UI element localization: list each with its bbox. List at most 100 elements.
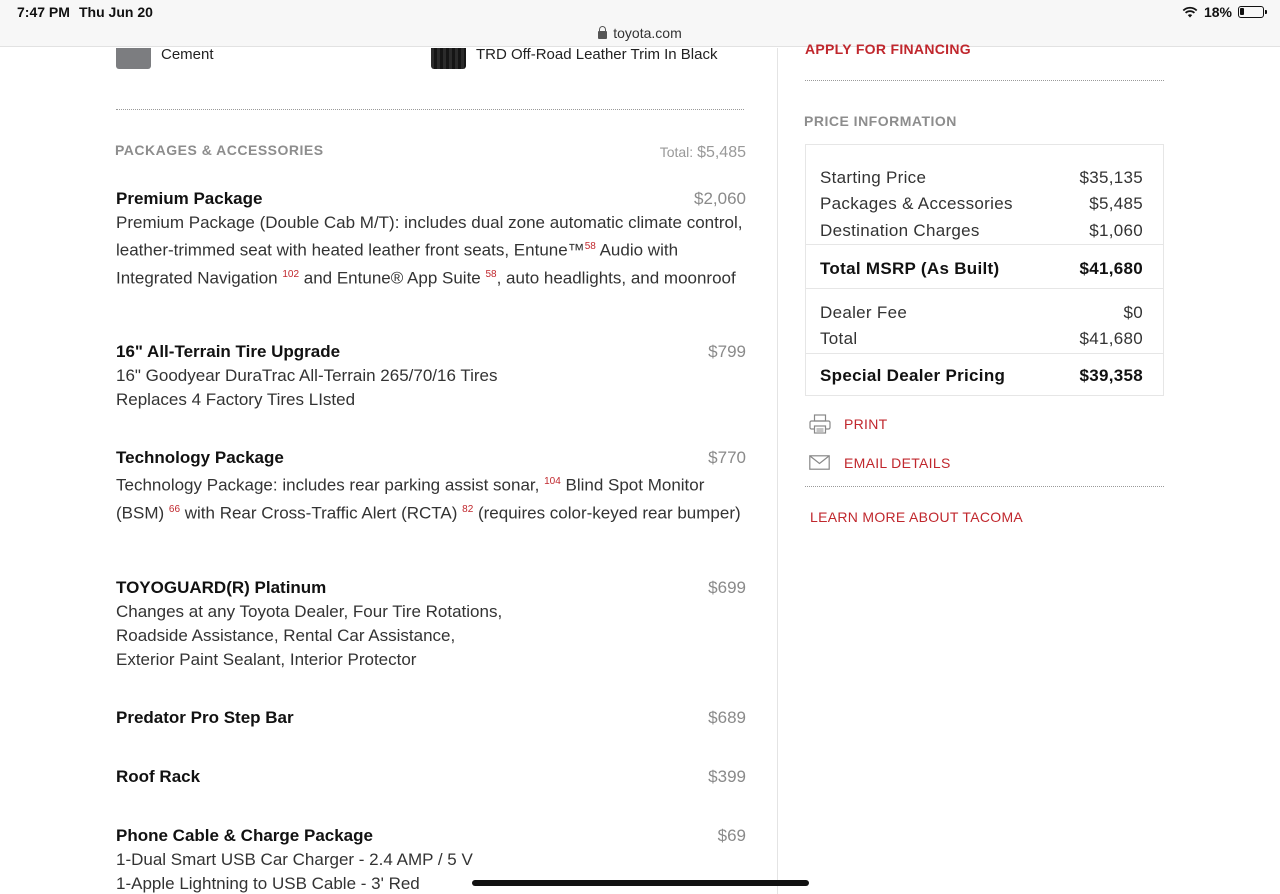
description-line: Roadside Assistance, Rental Car Assistan… [116, 626, 456, 645]
interior-trim-label: TRD Off-Road Leather Trim In Black [476, 48, 718, 63]
package-name: Technology Package [116, 448, 284, 467]
exterior-color-swatch [116, 48, 151, 69]
description-line: Changes at any Toyota Dealer, Four Tire … [116, 602, 503, 621]
package-item: Roof Rack $399 [116, 765, 746, 789]
price-separator [806, 244, 1163, 245]
url-bar[interactable]: toyota.com [0, 24, 1280, 47]
email-label[interactable]: EMAIL DETAILS [844, 455, 951, 471]
package-item: 16" All-Terrain Tire Upgrade $799 16" Go… [116, 340, 746, 412]
price-row-total-msrp: Total MSRP (As Built) $41,680 [820, 259, 1143, 279]
sidebar-divider [805, 486, 1164, 487]
package-price: $399 [708, 767, 746, 786]
price-row-value: $41,680 [1079, 259, 1143, 278]
package-name: Predator Pro Step Bar [116, 708, 294, 727]
exterior-color-label: Cement [161, 48, 214, 63]
print-label[interactable]: PRINT [844, 416, 888, 432]
price-row-label: Total [820, 329, 858, 348]
package-item: Technology Package $770 Technology Packa… [116, 446, 746, 525]
footnote-ref[interactable]: 104 [544, 476, 561, 487]
learn-more-link[interactable]: LEARN MORE ABOUT TACOMA [810, 509, 1023, 525]
package-price: $770 [708, 448, 746, 467]
price-row-label: Dealer Fee [820, 303, 908, 322]
home-indicator[interactable] [472, 880, 809, 886]
price-row-total: Total $41,680 [820, 329, 1143, 349]
footnote-ref[interactable]: 58 [585, 241, 596, 252]
packages-total-label: Total: [659, 144, 694, 160]
price-info-heading: PRICE INFORMATION [804, 113, 957, 129]
status-bar: 7:47 PM Thu Jun 20 18% [0, 0, 1280, 24]
packages-column: Cement TRD Off-Road Leather Trim In Blac… [0, 48, 777, 894]
price-row-value: $35,135 [1079, 168, 1143, 187]
package-price: $799 [708, 342, 746, 361]
package-description: Premium Package (Double Cab M/T): includ… [116, 211, 744, 290]
battery-percent: 18% [1203, 4, 1232, 20]
wifi-icon [1182, 6, 1198, 18]
description-text: (requires color-keyed rear bumper) [473, 503, 741, 523]
price-row-label: Special Dealer Pricing [820, 366, 1006, 385]
price-row-destination: Destination Charges $1,060 [820, 221, 1143, 241]
price-row-value: $0 [1123, 303, 1143, 322]
package-description: 16" Goodyear DuraTrac All-Terrain 265/70… [116, 364, 744, 412]
lock-icon [598, 26, 608, 39]
package-name: Phone Cable & Charge Package [116, 826, 373, 845]
interior-trim-swatch [431, 48, 466, 69]
sidebar-divider [805, 80, 1164, 81]
package-name: Roof Rack [116, 767, 201, 786]
price-separator [806, 288, 1163, 289]
package-description: Technology Package: includes rear parkin… [116, 470, 744, 525]
package-price: $699 [708, 578, 746, 597]
column-divider [777, 48, 778, 894]
url-display[interactable]: toyota.com [0, 25, 1280, 41]
package-name: Premium Package [116, 189, 263, 208]
price-row-starting: Starting Price $35,135 [820, 168, 1143, 188]
apply-financing-link[interactable]: APPLY FOR FINANCING [805, 41, 971, 57]
package-name: TOYOGUARD(R) Platinum [116, 578, 327, 597]
price-row-special: Special Dealer Pricing $39,358 [820, 366, 1143, 386]
description-line: 16" Goodyear DuraTrac All-Terrain 265/70… [116, 366, 498, 385]
description-text: and Entune® App Suite [299, 268, 486, 288]
packages-total-value: $5,485 [697, 144, 746, 161]
description-text: with Rear Cross-Traffic Alert (RCTA) [180, 503, 463, 523]
price-row-value: $41,680 [1079, 329, 1143, 348]
battery-icon [1238, 6, 1267, 18]
package-price: $2,060 [694, 189, 746, 208]
footnote-ref[interactable]: 58 [485, 269, 496, 280]
url-text: toyota.com [613, 25, 682, 41]
price-row-label: Packages & Accessories [820, 194, 1013, 213]
package-item: Premium Package $2,060 Premium Package (… [116, 187, 746, 290]
package-item: TOYOGUARD(R) Platinum $699 Changes at an… [116, 576, 746, 672]
footnote-ref[interactable]: 102 [282, 269, 299, 280]
price-row-value: $5,485 [1089, 194, 1143, 213]
price-row-label: Starting Price [820, 168, 927, 187]
package-price: $689 [708, 708, 746, 727]
price-summary-box: Starting Price $35,135 Packages & Access… [805, 144, 1164, 396]
email-action[interactable]: EMAIL DETAILS [809, 455, 950, 471]
package-description: 1-Dual Smart USB Car Charger - 2.4 AMP /… [116, 848, 744, 894]
price-row-packages: Packages & Accessories $5,485 [820, 194, 1143, 214]
status-time: 7:47 PM [17, 4, 70, 20]
price-row-value: $1,060 [1089, 221, 1143, 240]
section-divider [116, 109, 744, 110]
footnote-ref[interactable]: 82 [462, 504, 473, 515]
printer-icon [809, 414, 831, 434]
status-right: 18% [1182, 4, 1267, 20]
print-action[interactable]: PRINT [809, 414, 887, 434]
price-row-label: Total MSRP (As Built) [820, 259, 1000, 278]
package-price: $69 [717, 826, 746, 845]
description-line: 1-Dual Smart USB Car Charger - 2.4 AMP /… [116, 850, 473, 869]
description-text: , auto headlights, and moonroof [496, 268, 736, 288]
envelope-icon [809, 455, 830, 470]
package-description: Changes at any Toyota Dealer, Four Tire … [116, 600, 744, 672]
description-text: Technology Package: includes rear parkin… [116, 475, 545, 495]
price-row-label: Destination Charges [820, 221, 980, 240]
description-line: Exterior Paint Sealant, Interior Protect… [116, 650, 417, 669]
price-row-value: $39,358 [1079, 366, 1143, 385]
package-item: Predator Pro Step Bar $689 [116, 706, 746, 730]
description-line: Replaces 4 Factory Tires LIsted [116, 390, 356, 409]
package-name: 16" All-Terrain Tire Upgrade [116, 342, 341, 361]
status-date: Thu Jun 20 [79, 4, 153, 20]
footnote-ref[interactable]: 66 [169, 504, 180, 515]
price-row-dealer-fee: Dealer Fee $0 [820, 303, 1143, 323]
packages-total: Total: $5,485 [660, 144, 746, 162]
packages-heading: PACKAGES & ACCESSORIES [115, 142, 324, 158]
